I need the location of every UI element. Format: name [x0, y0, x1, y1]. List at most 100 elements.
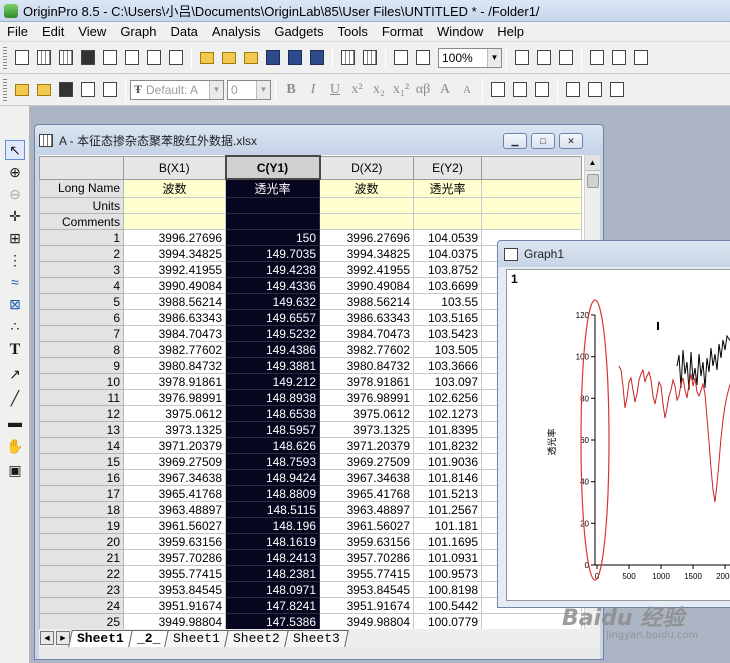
corner-cell[interactable] — [39, 155, 124, 180]
refresh-button[interactable] — [413, 48, 433, 68]
data-cell[interactable]: 101.8232 — [413, 437, 482, 454]
data-cell[interactable]: 103.5423 — [413, 325, 482, 342]
menu-data[interactable]: Data — [163, 22, 204, 42]
object-tool[interactable]: ▣ — [5, 460, 25, 480]
zoom-select[interactable]: 100% ▼ — [438, 47, 502, 68]
menu-window[interactable]: Window — [430, 22, 490, 42]
folder-button[interactable] — [34, 80, 54, 100]
data-cell[interactable]: 148.5115 — [225, 501, 320, 518]
meta-cell[interactable] — [319, 197, 414, 214]
italic-button[interactable]: I — [303, 80, 323, 100]
data-cell[interactable]: 3973.1325 — [319, 421, 414, 438]
decrease-font-button[interactable]: A — [457, 80, 477, 100]
data-cell[interactable]: 101.181 — [413, 517, 482, 534]
line-color-button[interactable] — [585, 80, 605, 100]
new-excel-button[interactable] — [56, 48, 76, 68]
meta-cell[interactable]: 波数 — [319, 178, 414, 198]
open-button[interactable] — [197, 48, 217, 68]
bold-button[interactable]: B — [281, 80, 301, 100]
tab-sheet3[interactable]: Sheet3 — [284, 630, 349, 647]
row-number[interactable]: 9 — [39, 357, 124, 374]
data-cell[interactable]: 3994.34825 — [319, 245, 414, 262]
data-cell[interactable]: 3953.84545 — [319, 581, 414, 598]
row-number[interactable]: 13 — [39, 421, 124, 438]
minimize-button[interactable]: ▁ — [503, 133, 527, 149]
data-cell[interactable]: 3963.48897 — [123, 501, 226, 518]
graph-titlebar[interactable]: Graph1 — [498, 241, 730, 267]
data-cell[interactable]: 3988.56214 — [319, 293, 414, 310]
data-cell[interactable]: 149.212 — [225, 373, 320, 390]
data-cell[interactable]: 3973.1325 — [123, 421, 226, 438]
data-cell[interactable]: 3980.84732 — [123, 357, 226, 374]
data-cell[interactable]: 101.2567 — [413, 501, 482, 518]
tab-prev-icon[interactable]: ◀ — [40, 631, 54, 645]
import-wizard-button[interactable] — [360, 48, 380, 68]
menu-help[interactable]: Help — [490, 22, 531, 42]
meta-cell[interactable] — [225, 213, 320, 230]
save-template-button[interactable] — [307, 48, 327, 68]
data-cell[interactable]: 148.0971 — [225, 581, 320, 598]
underline-button[interactable]: U — [325, 80, 345, 100]
data-cell[interactable]: 103.6699 — [413, 277, 482, 294]
line-tool[interactable]: ╱ — [5, 388, 25, 408]
subscript-button[interactable]: x₂ — [369, 80, 389, 100]
data-cell[interactable]: 3967.34638 — [123, 469, 226, 486]
meta-cell[interactable] — [225, 197, 320, 214]
data-cell[interactable]: 101.5213 — [413, 485, 482, 502]
data-cell[interactable]: 3982.77602 — [123, 341, 226, 358]
menu-edit[interactable]: Edit — [35, 22, 71, 42]
data-cell[interactable]: 148.2413 — [225, 549, 320, 566]
close-button[interactable]: ✕ — [559, 133, 583, 149]
project-explorer-button[interactable] — [587, 48, 607, 68]
data-cell[interactable]: 3992.41955 — [319, 261, 414, 278]
row-number[interactable]: 19 — [39, 517, 124, 534]
font-select[interactable]: Ŧ Default: A ▼ — [130, 79, 224, 100]
data-cell[interactable]: 149.6557 — [225, 309, 320, 326]
row-number[interactable]: 15 — [39, 453, 124, 470]
data-cell[interactable]: 100.0779 — [413, 613, 482, 629]
tab-2[interactable]: _2_ — [128, 630, 170, 647]
results-log-button[interactable] — [609, 48, 629, 68]
data-cell[interactable]: 3990.49084 — [123, 277, 226, 294]
meta-cell[interactable] — [319, 213, 414, 230]
line-style-button[interactable] — [607, 80, 627, 100]
zoom-in-tool[interactable]: ⊕ — [5, 162, 25, 182]
data-cell[interactable]: 3978.91861 — [319, 373, 414, 390]
data-cell[interactable]: 103.8752 — [413, 261, 482, 278]
data-cell[interactable]: 3967.34638 — [319, 469, 414, 486]
new-project-button[interactable] — [12, 48, 32, 68]
data-cell[interactable]: 3955.77415 — [123, 565, 226, 582]
zoom-out-tool[interactable]: ⊖ — [5, 184, 25, 204]
data-cell[interactable]: 3953.84545 — [123, 581, 226, 598]
maximize-button[interactable]: □ — [531, 133, 555, 149]
data-cell[interactable]: 148.196 — [225, 517, 320, 534]
greek-button[interactable]: αβ — [413, 80, 433, 100]
code-builder-button[interactable] — [556, 48, 576, 68]
save-project-button[interactable] — [263, 48, 283, 68]
data-cell[interactable]: 148.9424 — [225, 469, 320, 486]
data-cell[interactable]: 101.1695 — [413, 533, 482, 550]
data-cell[interactable]: 3990.49084 — [319, 277, 414, 294]
increase-font-button[interactable]: A — [435, 80, 455, 100]
data-cell[interactable]: 148.8938 — [225, 389, 320, 406]
duplicate-button[interactable] — [391, 48, 411, 68]
data-cell[interactable]: 3975.0612 — [123, 405, 226, 422]
menu-tools[interactable]: Tools — [331, 22, 375, 42]
pencil-button[interactable] — [12, 80, 32, 100]
data-cell[interactable]: 3976.98991 — [123, 389, 226, 406]
data-cell[interactable]: 100.5442 — [413, 597, 482, 614]
new-workbook-button[interactable] — [34, 48, 54, 68]
data-cell[interactable]: 3949.98804 — [123, 613, 226, 629]
data-cell[interactable]: 3969.27509 — [319, 453, 414, 470]
data-cell[interactable]: 101.8146 — [413, 469, 482, 486]
toolbar-grip[interactable] — [3, 46, 7, 69]
pointer-tool[interactable]: ↖ — [5, 140, 25, 160]
data-cell[interactable]: 3994.34825 — [123, 245, 226, 262]
column-header[interactable]: C(Y1) — [224, 155, 321, 180]
data-cell[interactable]: 3955.77415 — [319, 565, 414, 582]
data-cell[interactable]: 148.7593 — [225, 453, 320, 470]
data-cell[interactable]: 150 — [225, 229, 320, 246]
data-cell[interactable]: 149.3881 — [225, 357, 320, 374]
data-cell[interactable]: 3961.56027 — [123, 517, 226, 534]
data-cell[interactable]: 3976.98991 — [319, 389, 414, 406]
